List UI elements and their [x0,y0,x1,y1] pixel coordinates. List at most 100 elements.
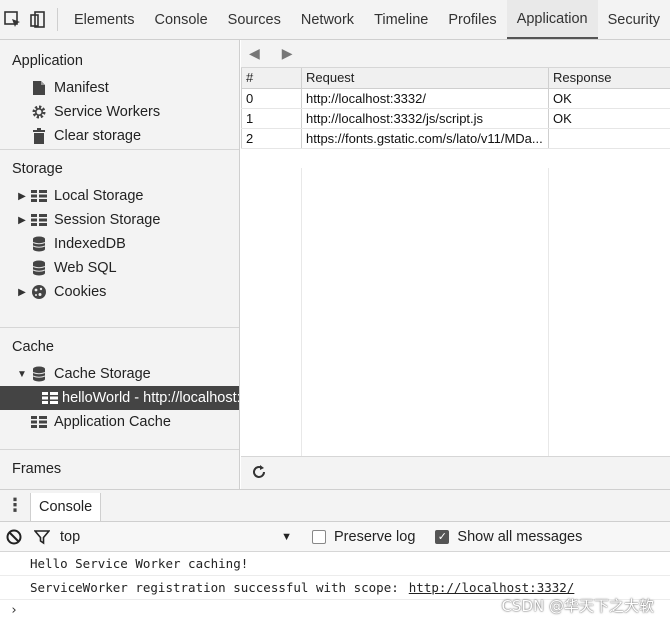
console-message-text: Hello Service Worker caching! [30,556,249,571]
collapse-arrow-icon[interactable]: ▼ [16,369,28,380]
table-empty-area [241,168,670,456]
grid-icon [28,190,50,202]
tab-security[interactable]: Security [598,0,670,39]
expand-arrow-icon[interactable]: ▶ [16,191,28,202]
scope-link[interactable]: http://localhost:3332/ [409,580,575,595]
sidebar-item-label: Session Storage [54,212,161,228]
section-title-storage: Storage [12,161,63,177]
trash-icon [28,128,50,144]
sidebar-item-label: Cookies [54,284,107,300]
application-sidebar: Application Manifest Service Workers Cle… [0,40,240,489]
gear-icon [28,104,50,120]
cell-index: 0 [241,88,302,109]
table-row[interactable]: 2 https://fonts.gstatic.com/s/lato/v11/M… [241,128,670,149]
cache-panel-footer [241,456,670,489]
inspect-element-icon[interactable] [0,0,26,39]
cell-index: 1 [241,108,302,129]
section-title-application: Application [12,53,83,69]
sidebar-item-clear-storage[interactable]: Clear storage [0,124,239,148]
grid-icon [42,392,58,404]
tab-network[interactable]: Network [291,0,364,39]
tab-timeline[interactable]: Timeline [364,0,438,39]
cell-request: http://localhost:3332/ [301,88,549,109]
sidebar-item-label: IndexedDB [54,236,126,252]
device-toolbar-icon[interactable] [26,0,52,39]
preserve-log-label: Preserve log [334,528,416,545]
console-output: Hello Service Worker caching! ServiceWor… [0,552,670,622]
sidebar-section-application: Application Manifest Service Workers Cle… [0,40,239,150]
sidebar-item-cache-helloworld[interactable]: helloWorld - http://localhost: [0,386,239,410]
cookie-icon [28,284,50,300]
sidebar-item-manifest[interactable]: Manifest [0,76,239,100]
sidebar-section-cache: Cache ▼ Cache Storage helloWorld - http:… [0,328,239,450]
console-toolbar: top ▼ Preserve log ✓ Show all messages [0,522,670,552]
cell-response [548,128,670,149]
expand-arrow-icon[interactable]: ▶ [16,215,28,226]
cache-storage-panel: ◀ ▶ # Request Response 0 http://localhos… [241,40,670,489]
sidebar-item-label: Manifest [54,80,109,96]
more-options-icon[interactable]: ⋮ [0,490,30,521]
sidebar-item-session-storage[interactable]: ▶ Session Storage [0,208,239,232]
refresh-icon[interactable] [251,464,267,483]
table-row[interactable]: 0 http://localhost:3332/ OK [241,88,670,109]
sidebar-item-label: Local Storage [54,188,144,204]
sidebar-item-cookies[interactable]: ▶ Cookies [0,280,239,304]
cell-response: OK [548,108,670,129]
document-icon [28,80,50,96]
section-title-frames[interactable]: Frames [0,454,239,484]
sidebar-item-label: Clear storage [54,128,142,144]
sidebar-item-label: Service Workers [54,104,161,120]
context-selector-value: top [60,528,81,545]
checkbox-unchecked-icon[interactable] [312,529,326,544]
grid-icon [28,214,50,226]
clear-console-icon[interactable] [0,529,28,545]
database-icon [28,366,50,382]
column-header-response[interactable]: Response [548,68,670,89]
sidebar-item-indexeddb[interactable]: IndexedDB [0,232,239,256]
show-all-messages-label: Show all messages [457,528,583,545]
context-selector[interactable]: top ▼ [56,529,306,545]
cell-index: 2 [241,128,302,149]
console-message-text: ServiceWorker registration successful wi… [30,580,399,595]
tab-elements[interactable]: Elements [64,0,144,39]
sidebar-item-service-workers[interactable]: Service Workers [0,100,239,124]
preserve-log-checkbox[interactable]: Preserve log [312,529,415,545]
dropdown-arrow-icon: ▼ [281,530,292,543]
sidebar-item-label: Web SQL [54,260,117,276]
sidebar-item-label: helloWorld - http://localhost: [62,390,240,406]
devtools-toolbar: Elements Console Sources Network Timelin… [0,0,670,40]
column-header-index[interactable]: # [241,68,302,89]
panel-tabs: Elements Console Sources Network Timelin… [64,0,670,39]
sidebar-item-local-storage[interactable]: ▶ Local Storage [0,184,239,208]
sidebar-item-label: Application Cache [54,414,171,430]
filter-icon[interactable] [28,529,56,545]
sidebar-section-frames: Frames [0,450,239,488]
database-icon [28,236,50,252]
tab-profiles[interactable]: Profiles [438,0,506,39]
next-page-icon[interactable]: ▶ [282,45,293,62]
previous-page-icon[interactable]: ◀ [249,45,260,62]
checkbox-checked-icon[interactable]: ✓ [435,529,450,544]
cache-entries-table: # Request Response 0 http://localhost:33… [241,68,670,149]
database-icon [28,260,50,276]
drawer-tab-console[interactable]: Console [30,493,102,521]
sidebar-item-web-sql[interactable]: Web SQL [0,256,239,280]
sidebar-item-cache-storage[interactable]: ▼ Cache Storage [0,362,239,386]
expand-arrow-icon[interactable]: ▶ [16,287,28,298]
column-divider [301,168,302,456]
sidebar-section-storage: Storage ▶ Local Storage ▶ Session Storag… [0,150,239,328]
cache-pagination-bar: ◀ ▶ [241,40,670,68]
section-title-cache: Cache [12,339,54,355]
prompt-chevron-icon: › [10,602,18,618]
column-header-request[interactable]: Request [301,68,549,89]
watermark: CSDN @华天下之大软 [501,597,654,615]
sidebar-item-label: Cache Storage [54,366,151,382]
grid-icon [28,416,50,428]
show-all-messages-checkbox[interactable]: ✓ Show all messages [435,529,582,545]
tab-console[interactable]: Console [144,0,217,39]
tab-sources[interactable]: Sources [218,0,291,39]
sidebar-item-application-cache[interactable]: Application Cache [0,410,239,434]
cell-request: https://fonts.gstatic.com/s/lato/v11/MDa… [301,128,549,149]
tab-application[interactable]: Application [506,0,598,39]
table-row[interactable]: 1 http://localhost:3332/js/script.js OK [241,108,670,129]
